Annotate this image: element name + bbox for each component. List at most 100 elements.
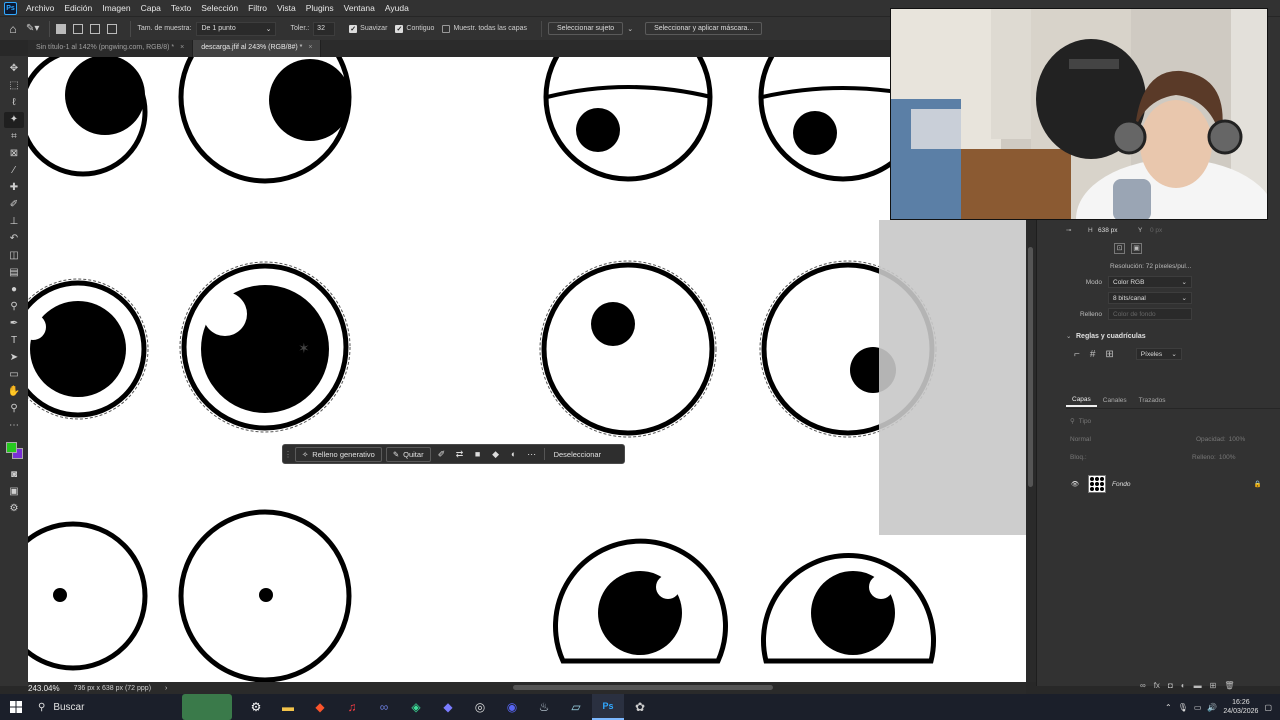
magic-wand-tool-icon[interactable]: ✦ <box>4 111 24 128</box>
height-value[interactable]: 638 px <box>1098 227 1138 234</box>
quick-mask-icon[interactable]: ◙ <box>4 467 24 483</box>
chevron-down-icon[interactable]: ⌄ <box>1066 332 1076 340</box>
add-mask-icon[interactable]: ◘ <box>1168 681 1173 690</box>
gradient-tool-icon[interactable]: ▤ <box>4 265 24 281</box>
menu-vista[interactable]: Vista <box>272 3 301 13</box>
eyedropper-tool-icon[interactable]: ⁄ <box>4 163 24 179</box>
crop-tool-icon[interactable]: ⌗ <box>4 129 24 145</box>
game-launcher-icon[interactable]: ◈ <box>400 694 432 720</box>
menu-ventana[interactable]: Ventana <box>339 3 380 13</box>
chevron-up-icon[interactable]: ⌃ <box>1165 703 1172 712</box>
menu-archivo[interactable]: Archivo <box>21 3 59 13</box>
chevron-down-icon[interactable]: ⌄ <box>627 25 633 33</box>
remove-button[interactable]: ✎ Quitar <box>385 446 431 462</box>
healing-brush-icon[interactable]: ✚ <box>4 180 24 196</box>
menu-imagen[interactable]: Imagen <box>97 3 135 13</box>
menu-edicion[interactable]: Edición <box>59 3 97 13</box>
network-icon[interactable]: ▭ <box>1194 703 1202 712</box>
menu-plugins[interactable]: Plugins <box>301 3 339 13</box>
eye-visibility-icon[interactable]: 👁 <box>1066 480 1084 488</box>
grid-icon[interactable]: # <box>1090 349 1096 360</box>
tab-trazados[interactable]: Trazados <box>1133 395 1172 406</box>
history-brush-icon[interactable]: ↶ <box>4 231 24 247</box>
scroll-thumb[interactable] <box>1028 247 1033 487</box>
ruler-icon[interactable]: ⌐ <box>1074 349 1080 360</box>
all-layers-checkbox[interactable] <box>442 24 451 33</box>
document-canvas[interactable]: ✶ <box>28 57 1026 682</box>
trash-icon[interactable]: 🗑 <box>1224 681 1234 690</box>
intersect-selection-icon[interactable] <box>107 23 118 34</box>
eraser-tool-icon[interactable]: ◫ <box>4 248 24 264</box>
dodge-tool-icon[interactable]: ⚲ <box>4 299 24 315</box>
menu-filtro[interactable]: Filtro <box>243 3 272 13</box>
close-icon[interactable]: × <box>308 44 312 51</box>
modify-selection-icon[interactable]: ✐ <box>433 449 451 460</box>
contiguous-checkbox[interactable]: ✓ <box>395 24 404 33</box>
frame-tool-icon[interactable]: ⊠ <box>4 146 24 162</box>
visual-studio-icon[interactable]: ∞ <box>368 694 400 720</box>
settings-icon[interactable]: ⚙ <box>240 694 272 720</box>
clock[interactable]: 16:26 24/03/2026 <box>1223 698 1258 716</box>
magic-wand-preset-icon[interactable]: ✎▾ <box>26 23 39 34</box>
pen-tool-icon[interactable]: ✒ <box>4 316 24 332</box>
more-options-icon[interactable]: ⋯ <box>523 449 541 460</box>
subtract-selection-icon[interactable] <box>90 23 101 34</box>
screen-mode-icon[interactable]: ▣ <box>4 484 24 500</box>
hand-tool-icon[interactable]: ✋ <box>4 384 24 400</box>
home-icon[interactable]: ⌂ <box>0 17 26 41</box>
guides-icon[interactable]: ⊞ <box>1105 349 1113 360</box>
bit-depth-dropdown[interactable]: 8 bits/canal ⌄ <box>1108 292 1192 304</box>
steam-icon[interactable]: ♨ <box>528 694 560 720</box>
new-selection-icon[interactable] <box>56 23 67 34</box>
generative-fill-button[interactable]: ✧ Relleno generativo <box>295 446 382 462</box>
zoom-field[interactable]: 243.04% <box>28 684 60 693</box>
edit-toolbar-icon[interactable]: ⚙ <box>4 501 24 517</box>
adjustment-icon[interactable]: ◐ <box>505 449 523 459</box>
discord-icon[interactable]: ◉ <box>496 694 528 720</box>
foreground-color-swatch[interactable] <box>6 442 17 453</box>
mask-icon[interactable]: ■ <box>469 449 487 459</box>
drag-handle-icon[interactable]: ⋮ <box>283 450 293 459</box>
lasso-tool-icon[interactable]: ℓ <box>4 95 24 111</box>
lock-icon[interactable]: 🔒 <box>1254 480 1262 488</box>
type-tool-icon[interactable]: T <box>4 333 24 349</box>
new-layer-icon[interactable]: ⊞ <box>1210 681 1217 690</box>
document-info[interactable]: 736 px x 638 px (72 ppp) <box>74 685 151 692</box>
stamp-tool-icon[interactable]: ⊥ <box>4 214 24 230</box>
zoom-tool-icon[interactable]: ⚲ <box>4 401 24 417</box>
microphone-icon[interactable]: 🎙 <box>1178 703 1188 712</box>
invert-selection-icon[interactable]: ⇄ <box>451 449 469 460</box>
blur-tool-icon[interactable]: ● <box>4 282 24 298</box>
tab-descarga[interactable]: descarga.jfif al 243% (RGB/8#) * × <box>193 40 322 57</box>
fill-dropdown[interactable]: Color de fondo <box>1108 308 1192 320</box>
brush-tool-icon[interactable]: ✐ <box>4 197 24 213</box>
crystal-app-icon[interactable]: ◆ <box>432 694 464 720</box>
music-app-icon[interactable]: ♫ <box>336 694 368 720</box>
antialias-checkbox[interactable]: ✓ <box>349 24 358 33</box>
select-mask-button[interactable]: Seleccionar y aplicar máscara... <box>645 22 763 35</box>
sample-size-dropdown[interactable]: De 1 punto ⌄ <box>196 21 277 36</box>
marquee-tool-icon[interactable]: ⬚ <box>4 78 24 94</box>
notification-icon[interactable]: ▢ <box>1264 703 1272 712</box>
units-dropdown[interactable]: Píxeles ⌄ <box>1135 348 1182 360</box>
select-subject-button[interactable]: Seleccionar sujeto <box>547 22 624 35</box>
menu-texto[interactable]: Texto <box>166 3 196 13</box>
adjustment-layer-icon[interactable]: ◐ <box>1181 681 1186 690</box>
menu-capa[interactable]: Capa <box>136 3 166 13</box>
lock-icon[interactable]: ⊡ <box>1114 242 1125 254</box>
layer-filter-input[interactable]: Tipo <box>1079 418 1149 425</box>
widget-icon[interactable] <box>182 694 232 720</box>
fill-value[interactable]: 100% <box>1219 454 1236 461</box>
y-value[interactable]: 0 px <box>1150 227 1162 234</box>
photoshop-taskbar-icon[interactable]: Ps <box>592 694 624 720</box>
scroll-thumb[interactable] <box>513 685 773 690</box>
misc-app-icon[interactable]: ✿ <box>624 694 656 720</box>
file-explorer-icon[interactable]: ▬ <box>272 694 304 720</box>
tab-sin-titulo[interactable]: Sin título-1 al 142% (pngwing.com, RGB/8… <box>28 40 194 57</box>
menu-seleccion[interactable]: Selección <box>196 3 243 13</box>
tab-canales[interactable]: Canales <box>1097 395 1133 406</box>
menu-ayuda[interactable]: Ayuda <box>380 3 414 13</box>
photoshop-logo-icon[interactable]: Ps <box>4 1 17 15</box>
link-icon[interactable]: ⊸ <box>1066 226 1088 234</box>
close-icon[interactable]: × <box>180 44 184 51</box>
